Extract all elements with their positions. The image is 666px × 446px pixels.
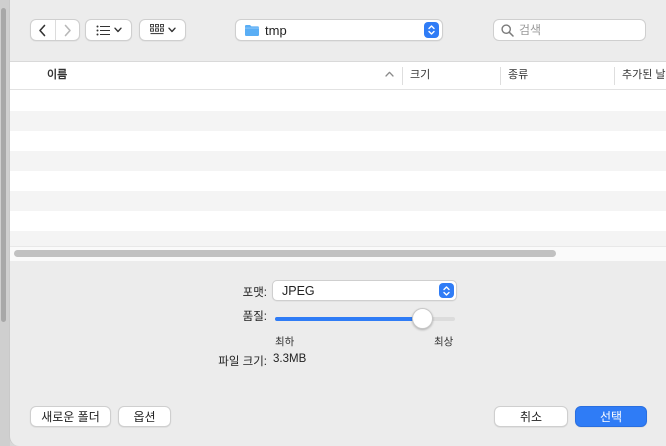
column-divider[interactable]: [614, 67, 615, 85]
column-divider[interactable]: [402, 67, 403, 85]
format-popup[interactable]: JPEG: [272, 280, 457, 301]
column-date-added[interactable]: 추가된 날짜: [622, 62, 666, 90]
location-popup[interactable]: tmp: [235, 19, 443, 41]
quality-max-label: 최상: [434, 336, 454, 348]
file-size-value: 3.3MB: [273, 353, 307, 365]
horizontal-scrollbar[interactable]: [10, 246, 666, 261]
icon-view-button[interactable]: [139, 19, 186, 41]
list-view-button[interactable]: [85, 19, 132, 41]
format-stepper: [439, 283, 454, 298]
up-down-chevron-icon: [443, 285, 450, 296]
save-dialog-sheet: tmp 이름 크기 종류 추가된 날짜: [9, 0, 666, 446]
column-header: 이름 크기 종류 추가된 날짜: [10, 62, 666, 90]
file-size-label: 파일 크기:: [218, 356, 267, 368]
column-name[interactable]: 이름: [47, 62, 67, 90]
scrollbar-thumb[interactable]: [14, 250, 556, 257]
empty-row: [10, 91, 666, 111]
quality-label: 품질:: [242, 311, 267, 323]
empty-row: [10, 191, 666, 211]
list-view-icon: [96, 25, 110, 35]
column-divider[interactable]: [500, 67, 501, 85]
chevron-down-icon: [167, 27, 176, 33]
file-list: 이름 크기 종류 추가된 날짜: [10, 61, 666, 261]
choose-button[interactable]: 선택: [575, 406, 647, 427]
column-size[interactable]: 크기: [410, 62, 430, 90]
options-button[interactable]: 옵션: [118, 406, 171, 427]
format-value: JPEG: [282, 283, 315, 298]
sort-ascending-icon: [385, 71, 394, 77]
quality-min-label: 최하: [275, 336, 295, 348]
empty-row: [10, 211, 666, 231]
column-kind[interactable]: 종류: [508, 62, 528, 90]
forward-button[interactable]: [56, 20, 80, 40]
search-input[interactable]: [519, 23, 639, 37]
folder-icon: [245, 24, 259, 36]
search-field[interactable]: [493, 19, 646, 41]
chevron-right-icon: [64, 24, 71, 36]
background-scrollbar: [1, 8, 6, 322]
chevron-down-icon: [113, 27, 122, 33]
format-label: 포맷:: [242, 287, 267, 299]
empty-row: [10, 171, 666, 191]
back-button[interactable]: [31, 20, 55, 40]
new-folder-button[interactable]: 새로운 폴더: [30, 406, 111, 427]
search-icon: [501, 23, 514, 37]
navigation-buttons: [30, 19, 80, 41]
export-options: 포맷: JPEG 품질: 최하 최상 파일 크기: 3.3MB: [10, 260, 666, 390]
chevron-left-icon: [39, 24, 46, 36]
up-down-chevron-icon: [428, 25, 435, 35]
cancel-button[interactable]: 취소: [494, 406, 568, 427]
file-rows: [10, 91, 666, 246]
icon-grid-icon: [149, 24, 164, 35]
location-stepper: [424, 22, 439, 38]
empty-row: [10, 151, 666, 171]
empty-row: [10, 131, 666, 151]
quality-slider-fill: [275, 317, 423, 321]
empty-row: [10, 231, 666, 246]
quality-slider-knob[interactable]: [412, 308, 434, 329]
toolbar: tmp: [10, 0, 666, 61]
location-label: tmp: [265, 22, 287, 38]
empty-row: [10, 111, 666, 131]
